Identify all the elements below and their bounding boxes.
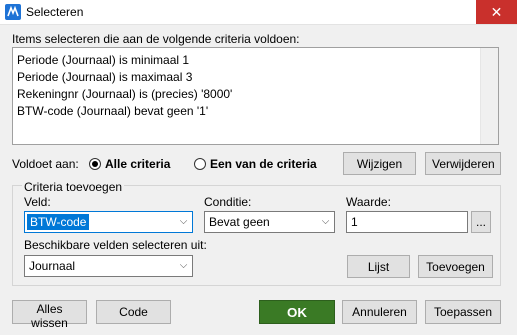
remove-button[interactable]: Verwijderen — [425, 152, 501, 175]
condition-select-value: Bevat geen — [209, 215, 270, 229]
value-input-text: 1 — [351, 215, 358, 229]
field-select-value: BTW-code — [27, 214, 90, 230]
code-button[interactable]: Code — [96, 300, 171, 324]
radio-any-criteria[interactable] — [194, 158, 206, 170]
cancel-button[interactable]: Annuleren — [342, 300, 417, 324]
available-fields-value: Journaal — [29, 259, 76, 273]
radio-all-criteria[interactable] — [89, 158, 101, 170]
edit-button[interactable]: Wijzigen — [343, 152, 416, 175]
clear-all-button[interactable]: Alles wissen — [12, 300, 87, 330]
available-fields-select[interactable]: Journaal ⌵ — [24, 255, 193, 277]
condition-select[interactable]: Bevat geen ⌵ — [204, 211, 335, 233]
field-label: Veld: — [24, 195, 51, 209]
list-button[interactable]: Lijst — [347, 255, 410, 278]
browse-button[interactable]: ... — [471, 211, 491, 233]
apply-button[interactable]: Toepassen — [425, 300, 501, 324]
list-item[interactable]: Rekeningnr (Journaal) is (precies) '8000… — [17, 87, 232, 101]
intro-label: Items selecteren die aan de volgende cri… — [12, 32, 300, 46]
title-bar: Selecteren ✕ — [0, 0, 517, 25]
criteria-add-title: Criteria toevoegen — [22, 180, 125, 194]
criteria-list[interactable]: Periode (Journaal) is minimaal 1 Periode… — [12, 47, 499, 145]
value-label: Waarde: — [346, 195, 391, 209]
list-item[interactable]: Periode (Journaal) is minimaal 1 — [17, 53, 189, 67]
ok-button[interactable]: OK — [259, 300, 335, 324]
chevron-down-icon[interactable]: ⌵ — [317, 212, 334, 232]
list-item[interactable]: BTW-code (Journaal) bevat geen '1' — [17, 104, 208, 118]
add-button[interactable]: Toevoegen — [418, 255, 493, 278]
list-scrollbar[interactable] — [480, 48, 498, 144]
close-icon: ✕ — [490, 4, 503, 20]
radio-all-criteria-label[interactable]: Alle criteria — [105, 157, 170, 171]
condition-label: Conditie: — [204, 195, 252, 209]
radio-any-criteria-label[interactable]: Een van de criteria — [210, 157, 317, 171]
field-select[interactable]: BTW-code ⌵ — [24, 211, 193, 233]
close-button[interactable]: ✕ — [476, 0, 517, 24]
chevron-down-icon[interactable]: ⌵ — [175, 256, 192, 276]
available-fields-label: Beschikbare velden selecteren uit: — [24, 238, 207, 252]
value-input[interactable]: 1 — [346, 211, 468, 233]
app-icon — [5, 4, 21, 20]
match-label: Voldoet aan: — [12, 157, 79, 171]
chevron-down-icon[interactable]: ⌵ — [175, 212, 192, 232]
list-item[interactable]: Periode (Journaal) is maximaal 3 — [17, 70, 192, 84]
window-title: Selecteren — [26, 5, 84, 19]
